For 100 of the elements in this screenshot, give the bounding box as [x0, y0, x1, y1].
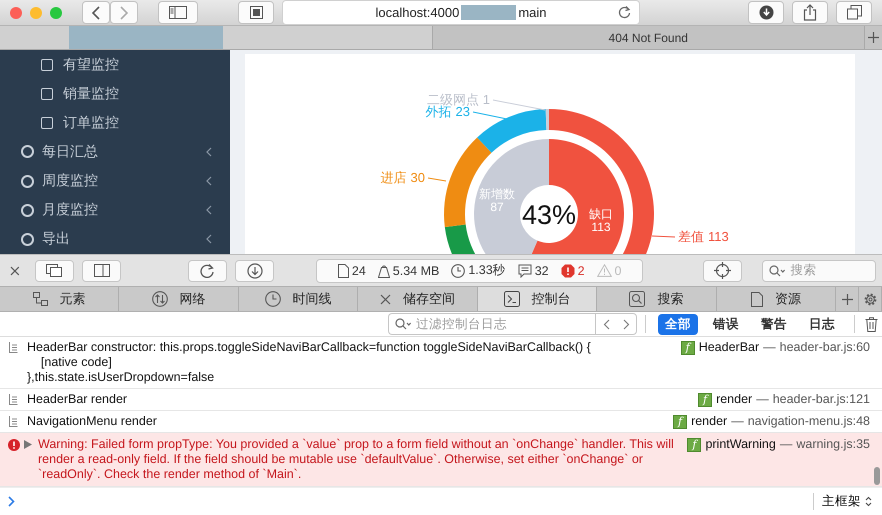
log-icon — [8, 394, 18, 405]
download-icon — [246, 262, 263, 278]
hierarchy-icon — [32, 292, 48, 306]
level-filter-button[interactable]: 日志 — [802, 314, 842, 334]
close-icon[interactable] — [10, 266, 20, 276]
stat-value: 2 — [578, 264, 585, 278]
checkbox-icon — [41, 58, 53, 71]
settings-icon — [862, 292, 878, 306]
function-name[interactable]: render — [691, 414, 728, 429]
separator: — — [763, 340, 776, 355]
category-label: 二级网点 — [426, 92, 479, 107]
plus-icon — [842, 294, 853, 304]
trash-icon[interactable] — [865, 316, 878, 332]
inspect-button[interactable] — [703, 260, 742, 282]
function-name[interactable]: HeaderBar — [698, 340, 760, 355]
menu-item[interactable]: 月度监控 — [42, 201, 98, 220]
reload-icon[interactable] — [618, 5, 631, 19]
downloads-button[interactable] — [748, 1, 784, 24]
tabs-overview-button[interactable] — [836, 1, 872, 24]
circle-icon — [21, 145, 34, 158]
menu-item[interactable]: 导出 — [42, 230, 70, 248]
level-filter-button[interactable]: 错误 — [706, 314, 746, 334]
log-icon — [8, 342, 18, 353]
split-panel-icon — [94, 264, 110, 277]
console-message: HeaderBar constructor: this.props.toggleSideNaviBarCallback=function toggleSideNaviBarCallback() { [native code] },this.state.isUserDropdown=false — [27, 340, 592, 385]
windows-icon — [46, 264, 62, 277]
function-name[interactable]: printWarning — [705, 437, 776, 452]
address-bar[interactable]: localhost:4000 main — [282, 0, 640, 25]
frame-selector[interactable]: 主框架 — [813, 493, 861, 510]
tabs-icon — [846, 5, 862, 20]
error-icon — [560, 264, 575, 278]
prompt-chevron-icon — [8, 496, 15, 507]
menu-item[interactable]: 订单监控 — [63, 114, 119, 132]
source-link[interactable]: warning.js:35 — [796, 437, 870, 452]
crosshair-icon — [714, 262, 732, 279]
menu-item[interactable]: 销量监控 — [63, 84, 119, 103]
function-icon: f — [698, 392, 712, 406]
stat-value: 32 — [534, 264, 549, 278]
value-label: 23 — [456, 104, 470, 119]
console-message: Warning: Failed form propType: You provided a `value` prop to a form field without an `onChange` handler. This will render a read-only field. If the field should be mutable use `defaultValue`. Otherwise, set either `onChange` or `readOnly`. Check the render method of `Main`. — [38, 437, 675, 482]
dock-side-button[interactable] — [82, 260, 122, 282]
close-icon[interactable] — [380, 294, 392, 304]
back-button[interactable] — [82, 1, 110, 24]
reload-icon — [200, 263, 215, 278]
sidebar-button[interactable] — [158, 1, 198, 24]
function-icon: f — [680, 340, 695, 354]
level-filter-button[interactable]: 警告 — [754, 314, 794, 334]
devtools-tab[interactable]: 资源 — [716, 287, 836, 311]
center-percentage: 43% — [522, 200, 576, 230]
tab-title: 404 Not Found — [608, 30, 688, 44]
reader-button[interactable] — [238, 1, 274, 24]
value-label: 113 — [591, 220, 611, 234]
chevron-left-icon — [206, 176, 212, 186]
category-label: 进店 — [380, 170, 407, 185]
scrollbar-thumb[interactable] — [874, 467, 880, 485]
share-button[interactable] — [792, 1, 828, 24]
download-icon — [758, 5, 774, 20]
document-icon — [338, 264, 349, 278]
speech-bubble-icon — [518, 264, 532, 278]
weight-icon — [378, 264, 390, 278]
console-message: HeaderBar render — [27, 392, 128, 407]
log-icon — [8, 416, 18, 427]
expand-triangle-icon[interactable] — [24, 440, 32, 449]
chevron-left-icon[interactable] — [602, 318, 610, 330]
level-filter-button[interactable]: 全部 — [658, 314, 698, 334]
devtools-tab[interactable]: 控制台 — [478, 287, 598, 311]
plus-icon — [868, 32, 879, 43]
chevron-left-icon — [206, 205, 212, 216]
up-down-chevron-icon — [865, 496, 872, 507]
source-link[interactable]: navigation-menu.js:48 — [748, 414, 870, 429]
source-link[interactable]: header-bar.js:60 — [780, 340, 870, 355]
clock-icon — [264, 291, 281, 307]
document-icon — [750, 292, 763, 306]
category-label: 外拓 — [426, 104, 452, 119]
chevron-left-icon — [91, 6, 101, 20]
chevron-right-icon[interactable] — [622, 318, 630, 330]
stat-value: 1.33秒 — [468, 262, 506, 279]
stat-value: 0 — [614, 264, 622, 278]
prev-next-control[interactable] — [595, 313, 637, 335]
menu-item[interactable]: 每日汇总 — [42, 142, 98, 161]
square-icon — [250, 6, 262, 19]
source-link[interactable]: header-bar.js:121 — [772, 392, 870, 407]
reload-button[interactable] — [188, 260, 228, 282]
download-button[interactable] — [235, 260, 274, 282]
menu-item[interactable]: 有望监控 — [63, 56, 119, 74]
console-message: NavigationMenu render — [27, 414, 158, 429]
function-name[interactable]: render — [716, 392, 752, 407]
value-label: 1 — [482, 92, 490, 107]
chevron-right-icon — [119, 6, 129, 20]
circle-icon — [21, 204, 34, 217]
separator: — — [731, 414, 744, 429]
warning-icon — [596, 264, 612, 277]
stat-value: 24 — [352, 264, 366, 278]
function-icon: f — [687, 438, 702, 452]
terminal-icon — [504, 291, 520, 307]
menu-item[interactable]: 周度监控 — [42, 172, 98, 190]
share-icon — [803, 4, 817, 21]
undock-button[interactable] — [34, 260, 74, 282]
browser-tab[interactable]: 404 Not Found — [432, 26, 865, 49]
clock-icon — [451, 264, 466, 278]
